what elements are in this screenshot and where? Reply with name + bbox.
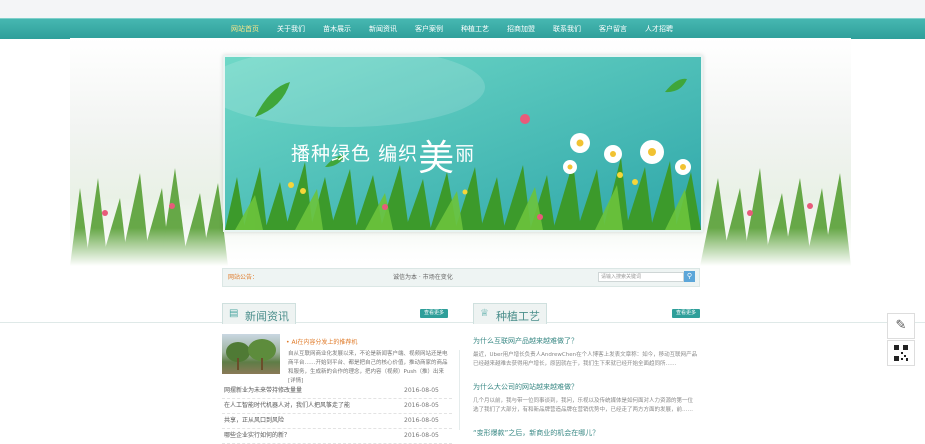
craft-more-button[interactable]: 查看更多	[672, 309, 700, 318]
news-row-title[interactable]: 在人工智能时代机器人对，我们人把风筝走了能	[224, 399, 350, 413]
news-row-title[interactable]: 网摆新业为未来带持修改量量	[224, 384, 302, 398]
featured-news-desc: 自从互联网商业化发展以来，不论是新闻客户端、视频网站还是电商平台……开始到平台、…	[288, 351, 448, 384]
news-row[interactable]: 哪些企业实行如何的新？ 2016-08-05	[222, 429, 452, 444]
column-divider	[459, 350, 460, 430]
news-list: 网摆新业为未来带持修改量量 2016-08-05 在人工智能时代机器人对，我们人把风…	[222, 384, 452, 444]
search-input[interactable]: 请输入搜索关键词	[598, 272, 684, 282]
nav-item-7[interactable]: 联系我们	[544, 19, 590, 39]
nav-item-8[interactable]: 客户留言	[590, 19, 636, 39]
feedback-button[interactable]: ✎	[887, 313, 915, 339]
news-row[interactable]: 网摆新业为未来带持修改量量 2016-08-05	[222, 384, 452, 399]
craft-item-title[interactable]: “变形爆款”之后，新商业的机会在哪儿？	[473, 428, 698, 438]
news-row-date: 2016-08-05	[404, 387, 439, 394]
banner-title-part2: 编织	[378, 143, 419, 165]
news-row-date: 2016-08-05	[404, 432, 439, 439]
news-more-button[interactable]: 查看更多	[420, 309, 448, 318]
nav-item-2[interactable]: 苗木展示	[314, 19, 360, 39]
nav-item-1[interactable]: 关于我们	[268, 19, 314, 39]
craft-item: 为什么互联网产品越来越难做了？ 最近，Uber用户增长负责人AndrewChen在…	[473, 336, 698, 369]
news-row-title[interactable]: 哪些企业实行如何的新？	[224, 429, 290, 443]
nav-item-5[interactable]: 种植工艺	[452, 19, 498, 39]
notice-bar: 网站公告： 诚信为本 · 市场在变化 请输入搜索关键词 ⚲	[222, 268, 700, 287]
banner-title-part1: 播种绿色	[291, 143, 372, 165]
main-nav: 网站首页 关于我们 苗木展示 新闻资讯 客户案例 种植工艺 招商加盟 联系我们 客户留言 人才招聘	[0, 18, 925, 39]
craft-item-title[interactable]: 为什么互联网产品越来越难做了？	[473, 336, 698, 346]
qr-code-icon	[894, 345, 908, 361]
featured-news-title[interactable]: • AI在内容分发上的推荐机	[286, 337, 357, 346]
craft-item: 为什么大公司的网站越来越难做？ 几个月以前，我与带一位同事谈到，我问，乐视以及传统…	[473, 382, 698, 415]
banner-title-part3: 丽	[455, 143, 476, 165]
news-row-date: 2016-08-05	[404, 402, 439, 409]
edit-icon: ✎	[895, 318, 907, 333]
nav-item-6[interactable]: 招商加盟	[498, 19, 544, 39]
notice-label: 网站公告：	[228, 274, 259, 281]
craft-item-title[interactable]: 为什么大公司的网站越来越难做？	[473, 382, 698, 392]
nav-item-0[interactable]: 网站首页	[222, 19, 268, 39]
newspaper-icon: ▤	[229, 308, 239, 319]
banner-title: 播种绿色 编织美丽	[291, 119, 476, 179]
craft-item-summary: 最近，Uber用户增长负责人AndrewChen在个人博客上发表文章称：如今，移…	[473, 352, 698, 367]
hero-banner[interactable]: 播种绿色 编织美丽	[223, 55, 703, 232]
news-header: ▤ 新闻资讯	[222, 303, 296, 324]
nav-item-3[interactable]: 新闻资讯	[360, 19, 406, 39]
search-button[interactable]: ⚲	[684, 271, 695, 282]
craft-item: “变形爆款”之后，新商业的机会在哪儿？	[473, 428, 698, 438]
news-row-date: 2016-08-05	[404, 417, 439, 424]
news-row-title[interactable]: 共享，正从风口到风险	[224, 414, 284, 428]
nav-item-4[interactable]: 客户案例	[406, 19, 452, 39]
trophy-icon: ♕	[480, 308, 489, 319]
craft-header: ♕ 种植工艺	[473, 303, 547, 324]
top-bar	[0, 0, 925, 18]
banner-title-big: 美	[418, 138, 456, 179]
craft-title: 种植工艺	[496, 310, 540, 323]
craft-item-summary: 几个月以前，我与带一位同事谈到，我问，乐视以及传统媒体是如何面对人力资源的第一位…	[473, 398, 694, 413]
section-divider	[0, 322, 925, 323]
news-row[interactable]: 共享，正从风口到风险 2016-08-05	[222, 414, 452, 429]
news-row[interactable]: 在人工智能时代机器人对，我们人把风筝走了能 2016-08-05	[222, 399, 452, 414]
qr-code-button[interactable]	[887, 340, 915, 366]
featured-news-image[interactable]	[222, 334, 280, 374]
nav-item-9[interactable]: 人才招聘	[636, 19, 682, 39]
nav-list: 网站首页 关于我们 苗木展示 新闻资讯 客户案例 种植工艺 招商加盟 联系我们 客户留言 人才招聘	[222, 19, 682, 39]
search-icon: ⚲	[686, 272, 693, 280]
notice-text[interactable]: 诚信为本 · 市场在变化	[393, 272, 453, 281]
news-title: 新闻资讯	[245, 310, 289, 323]
